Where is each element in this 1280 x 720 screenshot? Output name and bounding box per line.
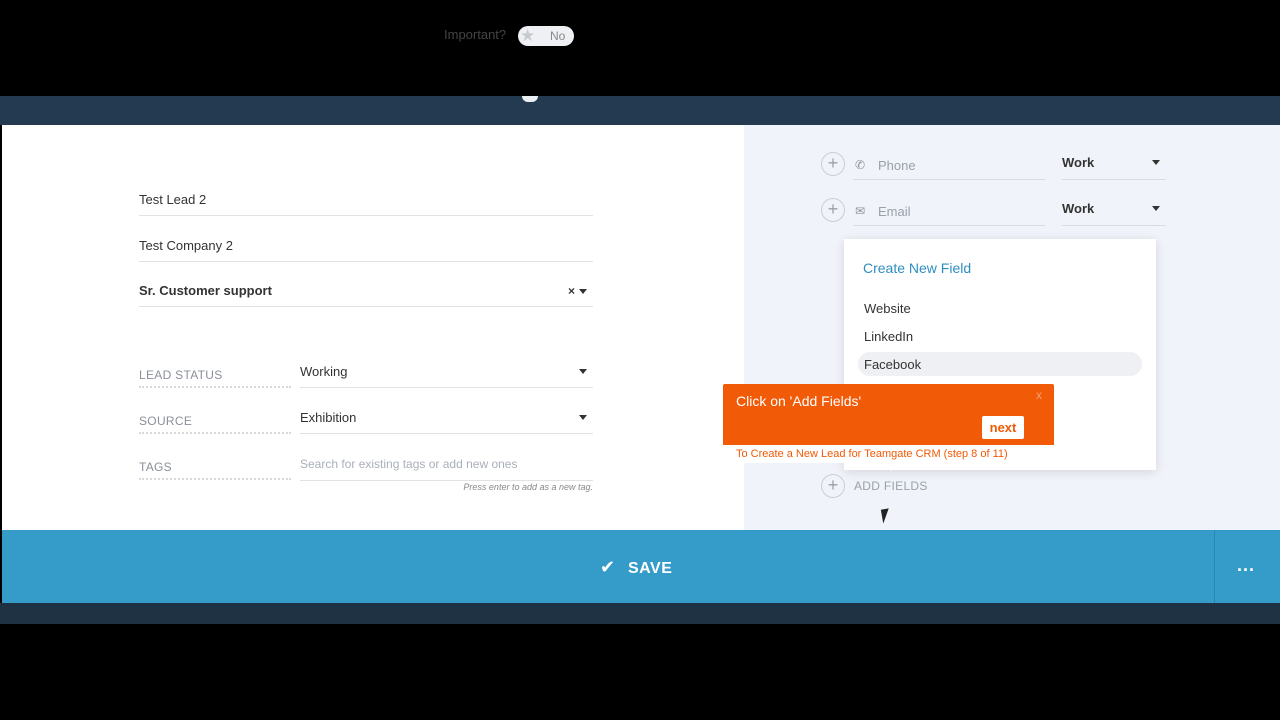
phone-type-value: Work [1062, 155, 1095, 170]
dropdown-option-facebook[interactable]: Facebook [858, 352, 1142, 376]
chevron-down-icon[interactable] [579, 289, 587, 294]
important-label: Important? [444, 27, 507, 42]
tour-next-button[interactable]: next [982, 416, 1024, 439]
important-toggle-value: No [550, 29, 566, 43]
logo-icon [522, 96, 538, 102]
job-title-value: Sr. Customer support [139, 283, 272, 298]
source-value: Exhibition [300, 410, 357, 425]
chevron-down-icon[interactable] [1152, 206, 1160, 211]
chevron-down-icon[interactable] [1152, 160, 1160, 165]
clear-icon[interactable]: × [568, 284, 575, 298]
dropdown-option-linkedin[interactable]: LinkedIn [858, 324, 1142, 348]
chevron-down-icon[interactable] [579, 369, 587, 374]
phone-input[interactable]: ✆ Phone [853, 150, 1045, 180]
add-email-icon[interactable]: + [821, 198, 845, 222]
email-placeholder: Email [878, 204, 911, 219]
more-options-button[interactable]: ... [1237, 555, 1255, 576]
phone-placeholder: Phone [878, 158, 916, 173]
lead-status-select[interactable]: Working [300, 358, 593, 388]
source-select[interactable]: Exhibition [300, 404, 593, 434]
tour-tooltip: Click on 'Add Fields' x next To Create a… [723, 384, 1054, 471]
envelope-icon: ✉ [855, 204, 866, 218]
bottom-background [0, 603, 1280, 624]
top-header [0, 96, 1280, 125]
email-type-value: Work [1062, 201, 1095, 216]
star-icon: ★ [520, 26, 536, 45]
tags-hint: Press enter to add as a new tag. [463, 482, 593, 492]
save-bar: ✔ SAVE ... [2, 530, 1280, 603]
tour-step-text: To Create a New Lead for Teamgate CRM (s… [723, 445, 1054, 463]
savebar-divider [1214, 530, 1215, 603]
dropdown-option-website[interactable]: Website [858, 296, 1142, 320]
save-button[interactable]: ✔ SAVE [600, 557, 672, 578]
create-new-field-link[interactable]: Create New Field [863, 260, 971, 276]
phone-type-select[interactable]: Work [1062, 150, 1166, 180]
company-name-field[interactable]: Test Company 2 [139, 230, 593, 262]
source-label: SOURCE [139, 412, 291, 434]
tooltip-arrow [883, 463, 899, 471]
add-fields-icon[interactable]: + [821, 474, 845, 498]
tags-placeholder: Search for existing tags or add new ones [300, 457, 518, 471]
tags-label: TAGS [139, 458, 291, 480]
phone-icon: ✆ [855, 158, 866, 172]
checkmark-icon: ✔ [600, 557, 616, 577]
tags-input[interactable]: Search for existing tags or add new ones [300, 451, 593, 481]
add-fields-button[interactable]: ADD FIELDS [854, 479, 928, 493]
add-phone-icon[interactable]: + [821, 152, 845, 176]
lead-status-label: LEAD STATUS [139, 366, 291, 388]
lead-name-field[interactable]: Test Lead 2 [139, 184, 593, 216]
chevron-down-icon[interactable] [579, 415, 587, 420]
lead-name-value: Test Lead 2 [139, 192, 207, 207]
save-label: SAVE [628, 560, 673, 577]
company-name-value: Test Company 2 [139, 238, 233, 253]
email-input[interactable]: ✉ Email [853, 196, 1045, 226]
tour-message: Click on 'Add Fields' [736, 393, 862, 409]
lead-status-value: Working [300, 364, 348, 379]
close-icon[interactable]: x [1036, 388, 1042, 402]
job-title-select[interactable]: Sr. Customer support × [139, 275, 593, 307]
important-toggle[interactable]: ★ No [518, 26, 574, 46]
email-type-select[interactable]: Work [1062, 196, 1166, 226]
